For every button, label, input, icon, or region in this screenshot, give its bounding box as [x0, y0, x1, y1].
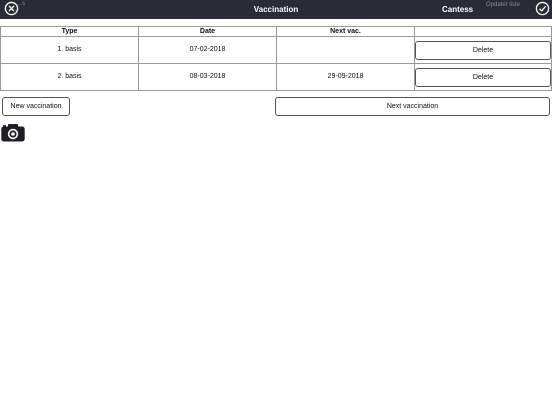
user-name: Cantess [442, 5, 474, 14]
ghost-text-right: Opdatér liste [486, 2, 521, 8]
header-bar: …s Vaccination Cantess Opdatér liste [0, 0, 552, 19]
cell-action: Delete [414, 36, 552, 64]
column-header-action [414, 26, 552, 37]
cell-action: Delete [414, 63, 552, 91]
table-row: 2. basis 08-03-2018 29-09-2018 Delete [0, 63, 552, 91]
table-row: 1. basis 07-02-2018 Delete [0, 36, 552, 64]
cell-date: 08-03-2018 [138, 63, 277, 91]
camera-icon[interactable] [1, 123, 25, 142]
column-header-date: Date [138, 26, 277, 37]
delete-button[interactable]: Delete [415, 40, 551, 60]
next-vaccination-button[interactable]: Next vaccination [275, 97, 550, 116]
vaccination-table: Type Date Next vac. 1. basis 07-02-2018 … [0, 26, 552, 91]
cell-next-vac [276, 36, 415, 64]
column-header-type: Type [0, 26, 139, 37]
cell-next-vac: 29-09-2018 [276, 63, 415, 91]
column-header-next-vac: Next vac. [276, 26, 415, 37]
checkmark-icon[interactable] [535, 1, 550, 16]
new-vaccination-button[interactable]: New vaccination [2, 97, 70, 116]
delete-button[interactable]: Delete [415, 67, 551, 87]
cell-type: 2. basis [0, 63, 139, 91]
cell-date: 07-02-2018 [138, 36, 277, 64]
vaccination-screen: …s Vaccination Cantess Opdatér liste Typ… [0, 0, 552, 414]
cell-type: 1. basis [0, 36, 139, 64]
table-header-row: Type Date Next vac. [0, 26, 552, 37]
